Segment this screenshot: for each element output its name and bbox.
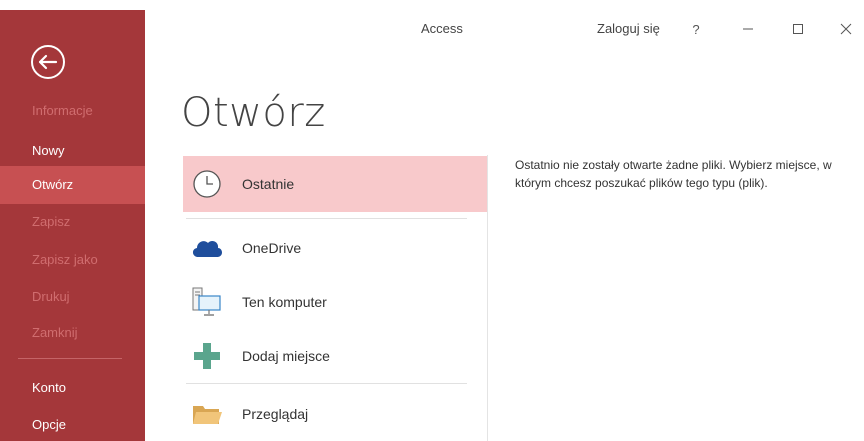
- maximize-icon: [793, 24, 803, 34]
- nav-item-konto[interactable]: Konto: [0, 369, 145, 407]
- place-ten-komputer[interactable]: Ten komputer: [183, 274, 487, 330]
- clock-icon: [189, 166, 225, 202]
- page-title: Otwórz: [181, 90, 326, 136]
- nav-item-zapisz-jako: Zapisz jako: [32, 252, 98, 267]
- place-dodaj-miejsce[interactable]: Dodaj miejsce: [183, 328, 487, 384]
- place-onedrive[interactable]: OneDrive: [183, 220, 487, 276]
- places-separator: [186, 218, 467, 219]
- nav-item-zapisz: Zapisz: [32, 214, 71, 229]
- place-label: Przeglądaj: [242, 406, 309, 422]
- cloud-icon: [189, 230, 225, 266]
- signin-link[interactable]: Zaloguj się: [597, 21, 660, 36]
- place-ostatnie[interactable]: Ostatnie: [183, 156, 487, 212]
- back-button[interactable]: [29, 43, 67, 81]
- place-label: Dodaj miejsce: [242, 348, 330, 364]
- help-icon: ?: [692, 21, 700, 37]
- nav-item-nowy[interactable]: Nowy: [0, 132, 145, 170]
- nav-item-informacje: Informacje: [32, 103, 93, 118]
- sidebar-separator: [18, 358, 122, 359]
- place-label: OneDrive: [242, 240, 302, 256]
- place-przegladaj[interactable]: Przeglądaj: [183, 386, 487, 441]
- minimize-button[interactable]: [728, 15, 768, 43]
- close-button[interactable]: [826, 15, 864, 43]
- top-strip: [0, 0, 864, 10]
- place-label: Ostatnie: [242, 176, 295, 192]
- folder-icon: [189, 396, 225, 432]
- help-button[interactable]: ?: [676, 15, 716, 43]
- maximize-button[interactable]: [778, 15, 818, 43]
- nav-item-otworz[interactable]: Otwórz: [0, 166, 145, 204]
- app-title: Access: [421, 21, 463, 36]
- computer-icon: [189, 284, 225, 320]
- back-arrow-icon: [31, 45, 65, 79]
- minimize-icon: [743, 28, 753, 30]
- backstage-sidebar: Informacje Nowy Otwórz Zapisz Zapisz jak…: [0, 10, 145, 441]
- recent-empty-message: Ostatnio nie zostały otwarte żadne pliki…: [515, 158, 832, 190]
- plus-icon: [189, 338, 225, 374]
- nav-item-opcje[interactable]: Opcje: [0, 406, 145, 441]
- close-icon: [840, 23, 852, 35]
- place-label: Ten komputer: [242, 294, 327, 310]
- places-separator: [186, 383, 467, 384]
- nav-item-zamknij: Zamknij: [32, 325, 78, 340]
- nav-item-drukuj: Drukuj: [32, 289, 70, 304]
- places-divider: [487, 155, 488, 441]
